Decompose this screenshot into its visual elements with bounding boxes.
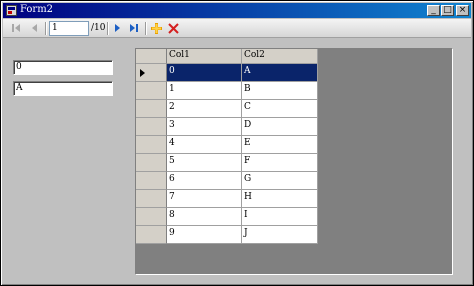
delete-button[interactable] xyxy=(166,21,180,35)
move-first-button[interactable] xyxy=(9,21,23,35)
cell-col1[interactable]: 0 xyxy=(167,64,242,82)
move-first-icon xyxy=(12,24,20,32)
table-row[interactable]: 3D xyxy=(136,118,318,136)
move-last-button[interactable] xyxy=(127,21,141,35)
column-header-col2[interactable]: Col2 xyxy=(242,49,318,64)
table-row[interactable]: 7H xyxy=(136,190,318,208)
window-title: Form2 xyxy=(20,4,54,15)
move-previous-button[interactable] xyxy=(28,21,42,35)
row-header-cell[interactable] xyxy=(136,82,167,100)
cell-col1[interactable]: 1 xyxy=(167,82,242,100)
table-row[interactable]: 6G xyxy=(136,172,318,190)
cell-col1[interactable]: 6 xyxy=(167,172,242,190)
col2-textbox[interactable]: A xyxy=(13,81,113,96)
toolbar-separator xyxy=(145,22,146,35)
minimize-button[interactable]: _ xyxy=(427,5,440,16)
cell-col2[interactable]: F xyxy=(242,154,318,172)
add-new-icon xyxy=(150,22,162,34)
grid-table: Col1 Col2 0A1B2C3D4E5F6G7H8I9J xyxy=(136,49,318,244)
move-last-icon xyxy=(130,24,138,32)
cell-col1[interactable]: 2 xyxy=(167,100,242,118)
data-grid-view[interactable]: Col1 Col2 0A1B2C3D4E5F6G7H8I9J xyxy=(135,48,453,275)
cell-col2[interactable]: I xyxy=(242,208,318,226)
row-header-cell[interactable] xyxy=(136,100,167,118)
top-left-header-cell[interactable] xyxy=(136,49,167,64)
table-row[interactable]: 9J xyxy=(136,226,318,244)
move-next-button[interactable] xyxy=(110,21,124,35)
cell-col1[interactable]: 3 xyxy=(167,118,242,136)
row-header-cell[interactable] xyxy=(136,208,167,226)
delete-icon xyxy=(167,22,179,34)
table-row[interactable]: 2C xyxy=(136,100,318,118)
grid-header-row: Col1 Col2 xyxy=(136,49,318,64)
row-header-cell[interactable] xyxy=(136,64,167,82)
title-bar[interactable]: Form2 _ □ × xyxy=(3,3,471,18)
table-row[interactable]: 0A xyxy=(136,64,318,82)
cell-col2[interactable]: G xyxy=(242,172,318,190)
cell-col2[interactable]: H xyxy=(242,190,318,208)
toolbar-separator xyxy=(45,22,46,35)
cell-col1[interactable]: 4 xyxy=(167,136,242,154)
row-header-cell[interactable] xyxy=(136,226,167,244)
row-header-cell[interactable] xyxy=(136,136,167,154)
table-row[interactable]: 4E xyxy=(136,136,318,154)
cell-col2[interactable]: D xyxy=(242,118,318,136)
cell-col2[interactable]: C xyxy=(242,100,318,118)
cell-col1[interactable]: 8 xyxy=(167,208,242,226)
col1-textbox[interactable]: 0 xyxy=(13,60,113,75)
table-row[interactable]: 8I xyxy=(136,208,318,226)
add-new-button[interactable] xyxy=(149,21,163,35)
grid-body: 0A1B2C3D4E5F6G7H8I9J xyxy=(136,64,318,244)
cell-col1[interactable]: 5 xyxy=(167,154,242,172)
form-icon[interactable] xyxy=(6,5,17,16)
cell-col2[interactable]: E xyxy=(242,136,318,154)
toolbar-separator xyxy=(107,22,108,35)
table-row[interactable]: 5F xyxy=(136,154,318,172)
cell-col1[interactable]: 7 xyxy=(167,190,242,208)
cell-col2[interactable]: A xyxy=(242,64,318,82)
cell-col1[interactable]: 9 xyxy=(167,226,242,244)
cell-col2[interactable]: J xyxy=(242,226,318,244)
row-header-cell[interactable] xyxy=(136,190,167,208)
binding-navigator: 1 /10 xyxy=(3,19,471,38)
maximize-button[interactable]: □ xyxy=(441,5,454,16)
column-header-col1[interactable]: Col1 xyxy=(167,49,242,64)
form-window: Form2 _ □ × 1 /10 0 A Col1 Col2 0 A 1 B … xyxy=(0,0,474,286)
row-header-cell[interactable] xyxy=(136,172,167,190)
row-header-cell[interactable] xyxy=(136,154,167,172)
move-previous-icon xyxy=(32,24,37,32)
cell-col2[interactable]: B xyxy=(242,82,318,100)
row-header-cell[interactable] xyxy=(136,118,167,136)
move-next-icon xyxy=(115,24,120,32)
close-button[interactable]: × xyxy=(456,5,469,16)
count-label: /10 xyxy=(91,23,106,33)
position-input[interactable]: 1 xyxy=(49,21,89,36)
table-row[interactable]: 1B xyxy=(136,82,318,100)
current-row-indicator-icon xyxy=(140,69,145,77)
